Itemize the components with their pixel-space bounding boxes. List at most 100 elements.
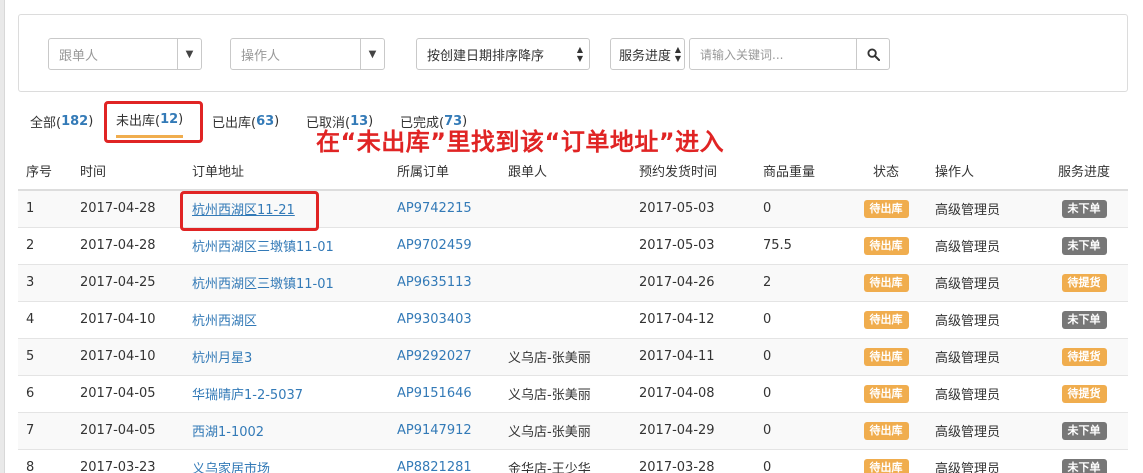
status-badge: 待出库 bbox=[863, 458, 909, 473]
cell-address[interactable]: 义乌家居市场 bbox=[184, 448, 389, 473]
address-link[interactable]: 华瑞晴庐1-2-5037 bbox=[192, 388, 303, 403]
search-icon bbox=[866, 47, 880, 61]
operator-select[interactable]: 操作人 ▼ bbox=[230, 38, 385, 70]
cell-address[interactable]: 杭州月星3 bbox=[184, 337, 389, 375]
search-button[interactable] bbox=[856, 38, 890, 70]
chevron-down-icon: ▼ bbox=[360, 39, 384, 69]
order-link[interactable]: AP9147912 bbox=[397, 423, 472, 438]
cell-index: 2 bbox=[18, 226, 72, 264]
status-badge: 待出库 bbox=[863, 236, 909, 255]
cell-address[interactable]: 杭州西湖区三墩镇11-01 bbox=[184, 226, 389, 264]
address-link[interactable]: 义乌家居市场 bbox=[192, 462, 270, 473]
cell-follower: 义乌店-张美丽 bbox=[500, 374, 631, 412]
header-operator: 操作人 bbox=[927, 152, 1040, 191]
progress-badge: 待提货 bbox=[1061, 384, 1107, 403]
cell-status: 待出库 bbox=[845, 374, 927, 412]
cell-index: 6 bbox=[18, 374, 72, 412]
progress-badge: 未下单 bbox=[1061, 199, 1107, 218]
status-badge: 待出库 bbox=[863, 310, 909, 329]
table-row[interactable]: 4 2017-04-10 杭州西湖区 AP9303403 2017-04-12 0 待出库高… bbox=[18, 300, 1128, 338]
cell-operator: 高级管理员 bbox=[927, 374, 1040, 412]
tab-shipped-label: 已出库( bbox=[212, 115, 257, 131]
order-link[interactable]: AP9742215 bbox=[397, 201, 472, 216]
table-row[interactable]: 2 2017-04-28 杭州西湖区三墩镇11-01 AP9702459 2017-05… bbox=[18, 226, 1128, 264]
table-body: 1 2017-04-28 杭州西湖区11-21 AP9742215 2017-05-03… bbox=[18, 189, 1128, 473]
cell-time: 2017-04-05 bbox=[72, 411, 184, 449]
table-row[interactable]: 6 2017-04-05 华瑞晴庐1-2-5037 AP9151646 义乌店-张美丽 2… bbox=[18, 374, 1128, 412]
table-row[interactable]: 5 2017-04-10 杭州月星3 AP9292027 义乌店-张美丽 2017-04-… bbox=[18, 337, 1128, 375]
cell-order[interactable]: AP8821281 bbox=[389, 448, 500, 473]
cell-ship-time: 2017-04-11 bbox=[631, 337, 755, 375]
address-link[interactable]: 杭州西湖区三墩镇11-01 bbox=[192, 277, 334, 292]
cell-address[interactable]: 西湖1-1002 bbox=[184, 411, 389, 449]
tab-highlight-box bbox=[104, 101, 203, 143]
operator-select-label: 操作人 bbox=[241, 48, 281, 64]
progress-badge: 未下单 bbox=[1061, 310, 1107, 329]
status-badge: 待出库 bbox=[863, 347, 909, 366]
tab-all-count: 182 bbox=[61, 113, 89, 129]
address-link[interactable]: 杭州西湖区三墩镇11-01 bbox=[192, 240, 334, 255]
cell-order[interactable]: AP9303403 bbox=[389, 300, 500, 338]
cell-address[interactable]: 杭州西湖区三墩镇11-01 bbox=[184, 263, 389, 301]
header-follower: 跟单人 bbox=[500, 152, 631, 191]
tab-all[interactable]: 全部(182) bbox=[30, 104, 93, 138]
cell-address[interactable]: 杭州西湖区 bbox=[184, 300, 389, 338]
sort-select[interactable]: 按创建日期排序降序 ▲ ▼ bbox=[416, 38, 590, 70]
order-link[interactable]: AP8821281 bbox=[397, 460, 472, 473]
cell-weight: 0 bbox=[755, 337, 845, 375]
order-link[interactable]: AP9702459 bbox=[397, 238, 472, 253]
cell-weight: 0 bbox=[755, 448, 845, 473]
cell-order[interactable]: AP9147912 bbox=[389, 411, 500, 449]
progress-select[interactable]: 服务进度 ▲ ▼ bbox=[610, 38, 685, 70]
cell-progress: 待提货 bbox=[1040, 374, 1128, 412]
order-link[interactable]: AP9292027 bbox=[397, 349, 472, 364]
cell-index: 5 bbox=[18, 337, 72, 375]
cell-index: 4 bbox=[18, 300, 72, 338]
cell-address[interactable]: 华瑞晴庐1-2-5037 bbox=[184, 374, 389, 412]
order-link[interactable]: AP9635113 bbox=[397, 275, 472, 290]
updown-arrow-icon: ▲ ▼ bbox=[576, 45, 583, 63]
cell-index: 7 bbox=[18, 411, 72, 449]
follower-select[interactable]: 跟单人 ▼ bbox=[48, 38, 202, 70]
cell-operator: 高级管理员 bbox=[927, 263, 1040, 301]
cell-order[interactable]: AP9635113 bbox=[389, 263, 500, 301]
cell-order[interactable]: AP9702459 bbox=[389, 226, 500, 264]
cell-progress: 待提货 bbox=[1040, 337, 1128, 375]
cell-order[interactable]: AP9151646 bbox=[389, 374, 500, 412]
cell-time: 2017-04-10 bbox=[72, 337, 184, 375]
address-link[interactable]: 西湖1-1002 bbox=[192, 425, 264, 440]
cell-ship-time: 2017-03-28 bbox=[631, 448, 755, 473]
status-badge: 待出库 bbox=[863, 273, 909, 292]
cell-status: 待出库 bbox=[845, 263, 927, 301]
table-row[interactable]: 3 2017-04-25 杭州西湖区三墩镇11-01 AP9635113 2017-04… bbox=[18, 263, 1128, 301]
table-row[interactable]: 8 2017-03-23 义乌家居市场 AP8821281 金华店-王少华 2017-03… bbox=[18, 448, 1128, 473]
cell-time: 2017-04-28 bbox=[72, 226, 184, 264]
header-time: 时间 bbox=[72, 152, 184, 191]
cell-time: 2017-04-10 bbox=[72, 300, 184, 338]
cell-weight: 0 bbox=[755, 411, 845, 449]
progress-select-label: 服务进度 bbox=[619, 48, 672, 64]
tab-shipped[interactable]: 已出库(63) bbox=[212, 104, 279, 138]
cell-progress: 未下单 bbox=[1040, 300, 1128, 338]
cell-index: 1 bbox=[18, 189, 72, 227]
header-order: 所属订单 bbox=[389, 152, 500, 191]
cell-order[interactable]: AP9292027 bbox=[389, 337, 500, 375]
table-row[interactable]: 7 2017-04-05 西湖1-1002 AP9147912 义乌店-张美丽 2017-… bbox=[18, 411, 1128, 449]
cell-order[interactable]: AP9742215 bbox=[389, 189, 500, 227]
cell-ship-time: 2017-04-29 bbox=[631, 411, 755, 449]
header-ship-time: 预约发货时间 bbox=[631, 152, 755, 191]
cell-follower bbox=[500, 226, 631, 264]
address-link[interactable]: 杭州西湖区 bbox=[192, 314, 257, 329]
cell-follower: 义乌店-张美丽 bbox=[500, 337, 631, 375]
progress-badge: 待提货 bbox=[1061, 347, 1107, 366]
cell-ship-time: 2017-05-03 bbox=[631, 226, 755, 264]
cell-weight: 0 bbox=[755, 189, 845, 227]
status-badge: 待出库 bbox=[863, 384, 909, 403]
order-link[interactable]: AP9151646 bbox=[397, 386, 472, 401]
address-link[interactable]: 杭州月星3 bbox=[192, 351, 252, 366]
cell-ship-time: 2017-04-12 bbox=[631, 300, 755, 338]
cell-progress: 未下单 bbox=[1040, 226, 1128, 264]
order-link[interactable]: AP9303403 bbox=[397, 312, 472, 327]
search-input[interactable]: 请输入关键词... bbox=[689, 38, 857, 70]
header-weight: 商品重量 bbox=[755, 152, 845, 191]
